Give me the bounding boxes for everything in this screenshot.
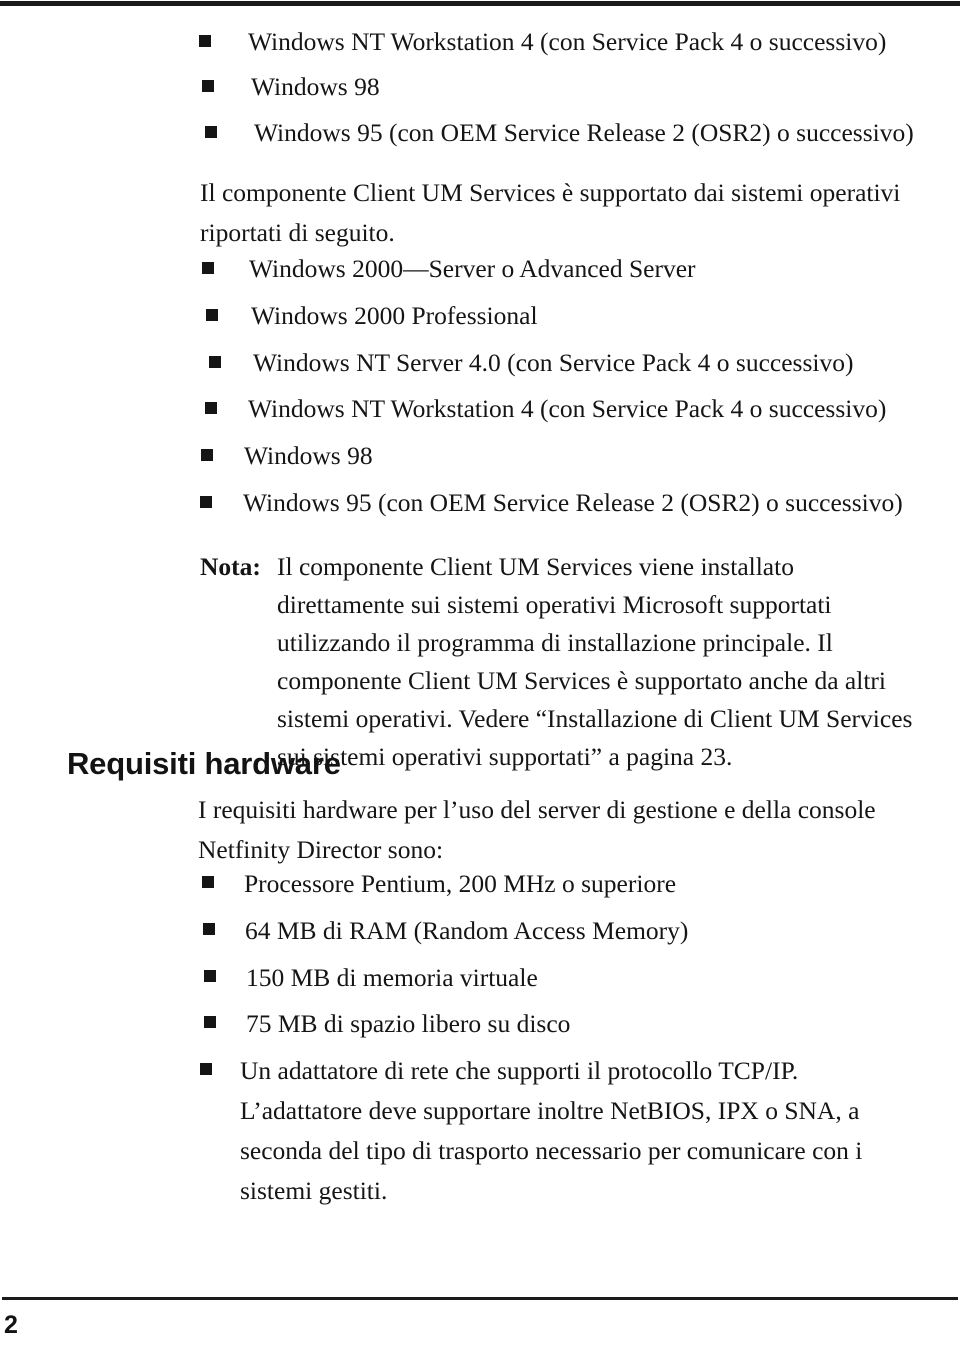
list-item-label: Windows 98 (251, 72, 380, 101)
square-bullet-icon (201, 449, 213, 461)
square-bullet-icon (209, 356, 221, 368)
square-bullet-icon (204, 1016, 216, 1028)
list-item-label: Windows 95 (con OEM Service Release 2 (O… (254, 118, 914, 147)
square-bullet-icon (200, 1063, 212, 1075)
page-bottom-rule (2, 1297, 958, 1300)
square-bullet-icon (200, 496, 212, 508)
document-page: Windows NT Workstation 4 (con Service Pa… (0, 0, 960, 1347)
square-bullet-icon (202, 80, 214, 92)
note-body: Il componente Client UM Services viene i… (277, 552, 913, 771)
page-top-rule (0, 1, 960, 6)
square-bullet-icon (199, 35, 211, 47)
list-item-label: Windows 98 (244, 441, 373, 470)
square-bullet-icon (205, 402, 217, 414)
list-item-label: Windows NT Server 4.0 (con Service Pack … (253, 348, 854, 377)
client-intro-paragraph: Il componente Client UM Services è suppo… (200, 178, 901, 247)
square-bullet-icon (204, 970, 216, 982)
list-item-label: 64 MB di RAM (Random Access Memory) (245, 916, 689, 945)
square-bullet-icon (203, 923, 215, 935)
list-item-label: 150 MB di memoria virtuale (246, 963, 538, 992)
page-number: 2 (4, 1311, 18, 1339)
list-item-label: 75 MB di spazio libero su disco (246, 1009, 571, 1038)
square-bullet-icon (205, 126, 217, 138)
square-bullet-icon (202, 262, 214, 274)
note-label: Nota: (200, 552, 261, 581)
square-bullet-icon (202, 876, 214, 888)
list-item-label: Windows 2000 Professional (251, 301, 538, 330)
square-bullet-icon (206, 309, 218, 321)
list-item-label: Un adattatore di rete che supporti il pr… (240, 1056, 863, 1205)
list-item-label: Windows NT Workstation 4 (con Service Pa… (248, 27, 887, 56)
section-heading-requisiti-hardware: Requisiti hardware (67, 746, 341, 781)
hardware-intro-paragraph: I requisiti hardware per l’uso del serve… (198, 795, 876, 864)
list-item-label: Windows 2000—Server o Advanced Server (249, 254, 696, 283)
list-item-label: Windows NT Workstation 4 (con Service Pa… (248, 394, 887, 423)
list-item-label: Processore Pentium, 200 MHz o superiore (244, 869, 677, 898)
list-item-label: Windows 95 (con OEM Service Release 2 (O… (243, 488, 903, 517)
